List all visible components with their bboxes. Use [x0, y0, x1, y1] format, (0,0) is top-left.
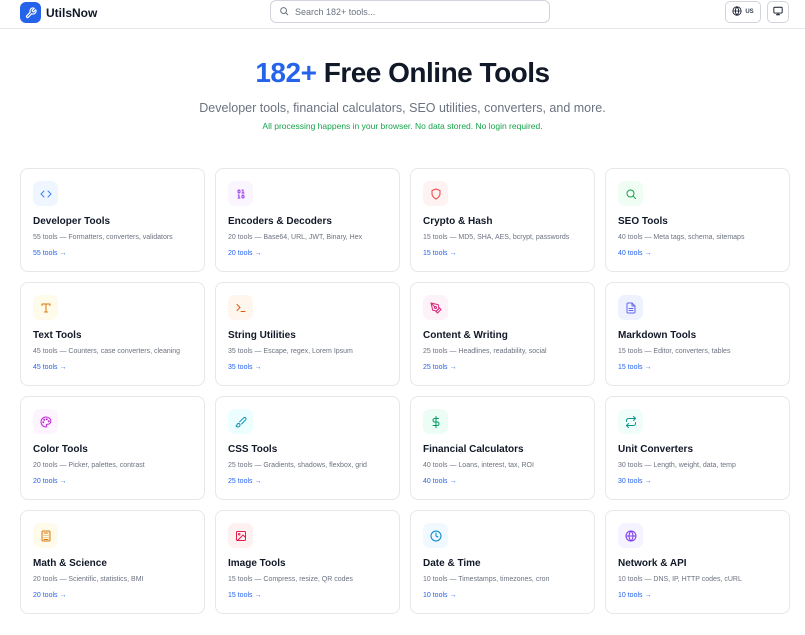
- category-description: 20 tools — Picker, palettes, contrast: [33, 462, 145, 469]
- category-card-network-and-api[interactable]: Network & API 10 tools — DNS, IP, HTTP co…: [605, 510, 790, 614]
- binary-icon: [228, 181, 253, 206]
- category-title: Encoders & Decoders: [228, 216, 332, 227]
- shield-icon: [423, 181, 448, 206]
- category-card-text-tools[interactable]: Text Tools 45 tools — Counters, case conv…: [20, 282, 205, 386]
- category-card-financial-calculators[interactable]: Financial Calculators 40 tools — Loans, i…: [410, 396, 595, 500]
- category-title: SEO Tools: [618, 216, 668, 227]
- page-subtitle: Developer tools, financial calculators, …: [199, 101, 606, 115]
- language-code: US: [745, 9, 754, 15]
- image-icon: [228, 523, 253, 548]
- category-description: 25 tools — Gradients, shadows, flexbox, …: [228, 462, 367, 469]
- privacy-note: All processing happens in your browser. …: [262, 121, 543, 131]
- category-tools-link[interactable]: 25 tools →: [423, 364, 456, 371]
- category-description: 35 tools — Escape, regex, Lorem Ipsum: [228, 348, 353, 355]
- dollar-icon: [423, 409, 448, 434]
- category-description: 55 tools — Formatters, converters, valid…: [33, 234, 173, 241]
- category-description: 15 tools — Editor, converters, tables: [618, 348, 731, 355]
- pen-tool-icon: [423, 295, 448, 320]
- category-tools-link[interactable]: 35 tools →: [228, 364, 261, 371]
- category-card-content-and-writing[interactable]: Content & Writing 25 tools — Headlines, r…: [410, 282, 595, 386]
- category-card-markdown-tools[interactable]: Markdown Tools 15 tools — Editor, convert…: [605, 282, 790, 386]
- category-title: Math & Science: [33, 558, 107, 569]
- category-title: CSS Tools: [228, 444, 278, 455]
- category-title: Image Tools: [228, 558, 286, 569]
- category-tools-link[interactable]: 10 tools →: [618, 592, 651, 599]
- page-title: 182+ Free Online Tools: [0, 57, 805, 89]
- category-description: 10 tools — DNS, IP, HTTP codes, cURL: [618, 576, 742, 583]
- category-card-color-tools[interactable]: Color Tools 20 tools — Picker, palettes, …: [20, 396, 205, 500]
- category-tools-link[interactable]: 25 tools →: [228, 478, 261, 485]
- category-tools-link[interactable]: 20 tools →: [33, 592, 66, 599]
- category-title: Text Tools: [33, 330, 82, 341]
- category-title: Content & Writing: [423, 330, 508, 341]
- file-text-icon: [618, 295, 643, 320]
- logo-wrench-icon[interactable]: [20, 2, 41, 23]
- category-card-date-and-time[interactable]: Date & Time 10 tools — Timestamps, timezo…: [410, 510, 595, 614]
- category-description: 15 tools — Compress, resize, QR codes: [228, 576, 353, 583]
- category-grid: Developer Tools 55 tools — Formatters, co…: [20, 168, 790, 614]
- category-description: 30 tools — Length, weight, data, temp: [618, 462, 736, 469]
- category-tools-link[interactable]: 40 tools →: [423, 478, 456, 485]
- category-description: 40 tools — Loans, interest, tax, ROI: [423, 462, 534, 469]
- calculator-icon: [33, 523, 58, 548]
- category-tools-link[interactable]: 15 tools →: [228, 592, 261, 599]
- category-tools-link[interactable]: 15 tools →: [423, 250, 456, 257]
- category-card-developer-tools[interactable]: Developer Tools 55 tools — Formatters, co…: [20, 168, 205, 272]
- category-description: 25 tools — Headlines, readability, socia…: [423, 348, 547, 355]
- category-tools-link[interactable]: 15 tools →: [618, 364, 651, 371]
- category-title: String Utilities: [228, 330, 296, 341]
- monitor-icon: [773, 3, 783, 21]
- globe-icon: [732, 3, 742, 21]
- search-box[interactable]: [270, 0, 550, 23]
- category-tools-link[interactable]: 40 tools →: [618, 250, 651, 257]
- category-description: 20 tools — Scientific, statistics, BMI: [33, 576, 144, 583]
- category-description: 10 tools — Timestamps, timezones, cron: [423, 576, 550, 583]
- category-card-string-utilities[interactable]: String Utilities 35 tools — Escape, regex…: [215, 282, 400, 386]
- category-card-image-tools[interactable]: Image Tools 15 tools — Compress, resize, …: [215, 510, 400, 614]
- category-title: Date & Time: [423, 558, 481, 569]
- category-title: Crypto & Hash: [423, 216, 493, 227]
- category-title: Developer Tools: [33, 216, 111, 227]
- top-navigation-bar: UtilsNow US: [0, 0, 805, 29]
- terminal-icon: [228, 295, 253, 320]
- globe-icon: [618, 523, 643, 548]
- category-tools-link[interactable]: 10 tools →: [423, 592, 456, 599]
- code-icon: [33, 181, 58, 206]
- category-card-encoders-and-decoders[interactable]: Encoders & Decoders 20 tools — Base64, UR…: [215, 168, 400, 272]
- page-title-text: Free Online Tools: [316, 57, 550, 88]
- category-description: 20 tools — Base64, URL, JWT, Binary, Hex: [228, 234, 363, 241]
- clock-icon: [423, 523, 448, 548]
- category-title: Markdown Tools: [618, 330, 697, 341]
- category-card-unit-converters[interactable]: Unit Converters 30 tools — Length, weight…: [605, 396, 790, 500]
- brand-name[interactable]: UtilsNow: [46, 6, 97, 20]
- category-description: 15 tools — MD5, SHA, AES, bcrypt, passwo…: [423, 234, 570, 241]
- category-card-math-and-science[interactable]: Math & Science 20 tools — Scientific, sta…: [20, 510, 205, 614]
- category-description: 40 tools — Meta tags, schema, sitemaps: [618, 234, 745, 241]
- page-title-accent: 182+: [255, 57, 317, 88]
- search-icon: [279, 3, 289, 21]
- theme-toggle-button[interactable]: [767, 1, 789, 23]
- category-tools-link[interactable]: 55 tools →: [33, 250, 66, 257]
- category-card-css-tools[interactable]: CSS Tools 25 tools — Gradients, shadows, …: [215, 396, 400, 500]
- search-input[interactable]: [295, 6, 535, 17]
- category-tools-link[interactable]: 20 tools →: [33, 478, 66, 485]
- category-tools-link[interactable]: 30 tools →: [618, 478, 651, 485]
- category-title: Color Tools: [33, 444, 88, 455]
- language-selector-button[interactable]: US: [725, 1, 761, 23]
- category-description: 45 tools — Counters, case converters, cl…: [33, 348, 181, 355]
- type-icon: [33, 295, 58, 320]
- search-icon: [618, 181, 643, 206]
- palette-icon: [33, 409, 58, 434]
- category-tools-link[interactable]: 45 tools →: [33, 364, 66, 371]
- brush-icon: [228, 409, 253, 434]
- category-tools-link[interactable]: 20 tools →: [228, 250, 261, 257]
- category-title: Financial Calculators: [423, 444, 524, 455]
- category-card-crypto-and-hash[interactable]: Crypto & Hash 15 tools — MD5, SHA, AES, b…: [410, 168, 595, 272]
- arrows-swap-icon: [618, 409, 643, 434]
- category-title: Unit Converters: [618, 444, 694, 455]
- category-title: Network & API: [618, 558, 687, 569]
- category-card-seo-tools[interactable]: SEO Tools 40 tools — Meta tags, schema, s…: [605, 168, 790, 272]
